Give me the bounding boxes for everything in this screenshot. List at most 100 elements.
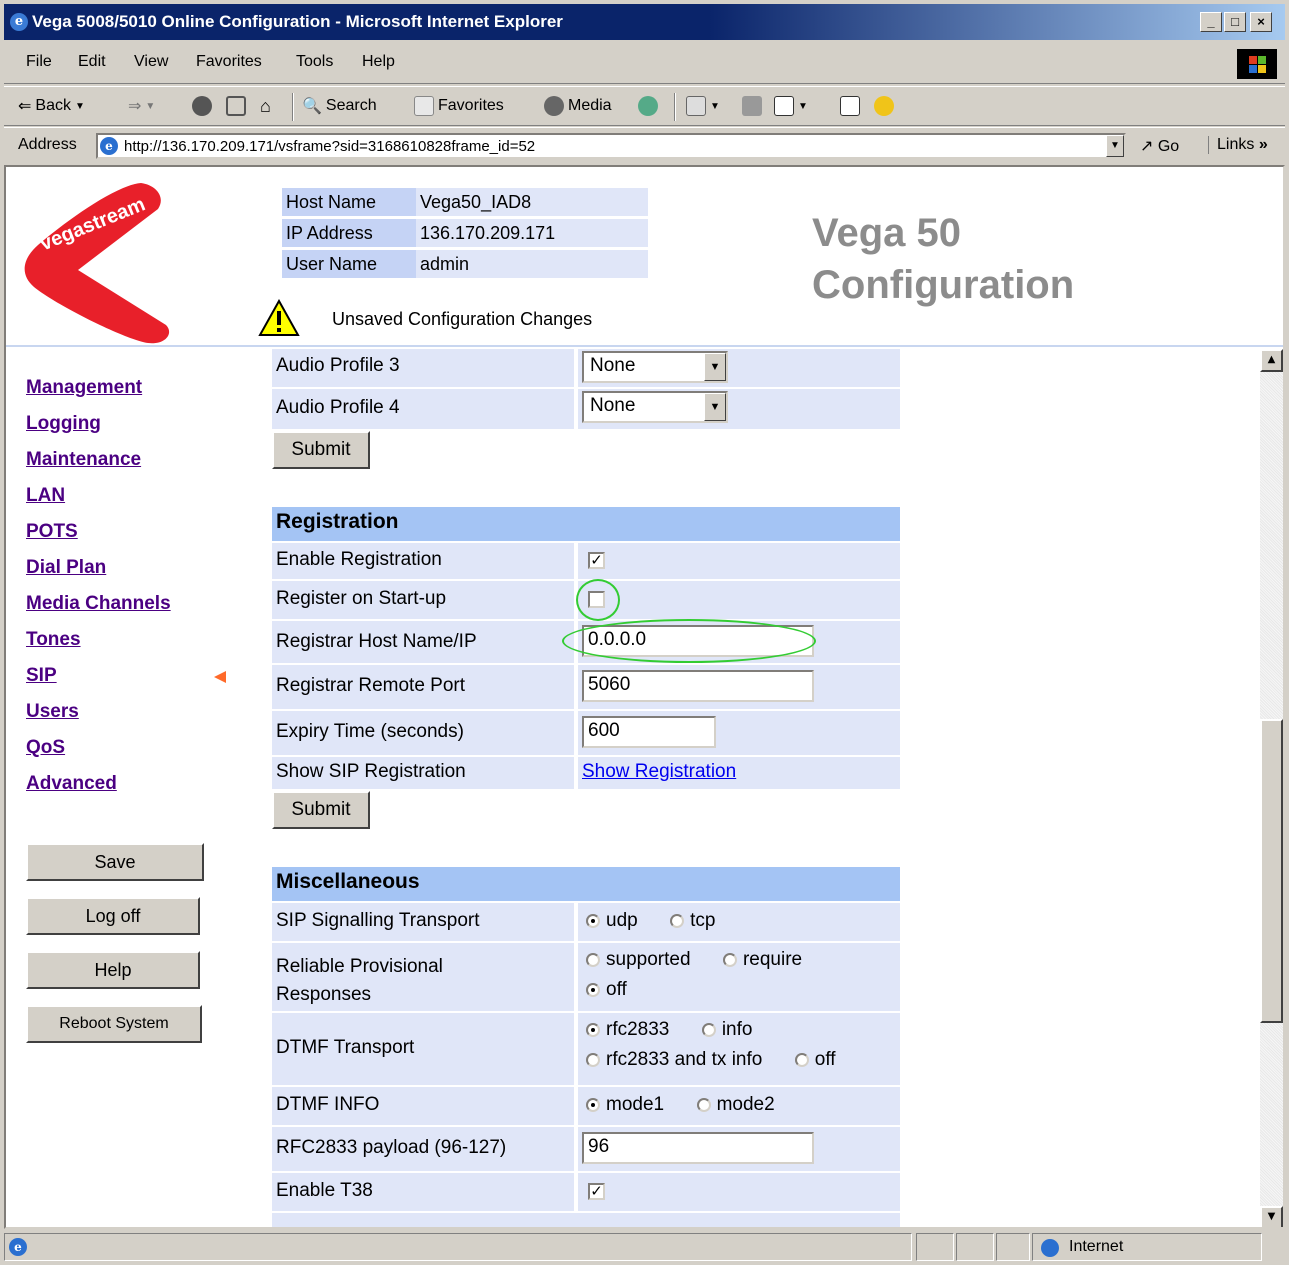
home-button[interactable]: ⌂ bbox=[260, 96, 271, 117]
menu-bar: File Edit View Favorites Tools Help bbox=[4, 44, 1285, 84]
enable-registration-checkbox[interactable]: ✓ bbox=[588, 552, 605, 569]
audio-profile-4-select[interactable]: None ▼ bbox=[582, 391, 728, 423]
chevron-down-icon: ▼ bbox=[74, 100, 85, 112]
dtmf-rfc2833-tx-info-radio[interactable]: rfc2833 and tx info bbox=[586, 1049, 762, 1071]
menu-favorites[interactable]: Favorites bbox=[196, 53, 262, 71]
search-button[interactable]: 🔍 Search bbox=[302, 96, 377, 116]
save-button[interactable]: Save bbox=[26, 843, 204, 881]
user-name-label: User Name bbox=[282, 250, 416, 278]
address-input[interactable]: e http://136.170.209.171/vsframe?sid=316… bbox=[96, 133, 1126, 159]
print-icon bbox=[742, 96, 762, 116]
forward-arrow-icon: ⇒ bbox=[128, 98, 142, 115]
favorites-button[interactable]: Favorites bbox=[414, 96, 504, 116]
word-icon bbox=[774, 96, 794, 116]
scroll-up-icon[interactable]: ▲ bbox=[1260, 349, 1283, 372]
dtmf-rfc2833-radio[interactable]: rfc2833 bbox=[586, 1019, 669, 1041]
transport-udp-radio[interactable]: udp bbox=[586, 910, 638, 932]
nav-tones[interactable]: Tones bbox=[26, 629, 81, 651]
messenger-button[interactable] bbox=[874, 96, 894, 116]
chevron-down-icon: ▼ bbox=[710, 100, 720, 112]
host-info-table: Host Name Vega50_IAD8 IP Address 136.170.2… bbox=[282, 185, 648, 281]
discuss-button[interactable] bbox=[840, 96, 860, 116]
transport-tcp-radio[interactable]: tcp bbox=[670, 910, 716, 932]
edit-button[interactable]: ▼ bbox=[774, 96, 808, 116]
close-button[interactable]: × bbox=[1250, 12, 1272, 32]
audio-profile-3-row: Audio Profile 3 None ▼ bbox=[272, 349, 900, 387]
header-frame: vegastream Host Name Vega50_IAD8 IP Addre… bbox=[6, 167, 1283, 347]
audio-submit-button[interactable]: Submit bbox=[272, 431, 370, 469]
status-bar: e Internet bbox=[4, 1231, 1285, 1263]
expiry-time-input[interactable]: 600 bbox=[582, 716, 716, 748]
scroll-down-icon[interactable]: ▼ bbox=[1260, 1206, 1283, 1227]
vegastream-logo: vegastream bbox=[24, 183, 170, 344]
ie-icon: e bbox=[10, 13, 28, 31]
enable-t38-checkbox[interactable]: ✓ bbox=[588, 1183, 605, 1200]
stop-button[interactable] bbox=[192, 96, 212, 116]
nav-media-channels[interactable]: Media Channels bbox=[26, 593, 171, 615]
go-button[interactable]: ↗ Go bbox=[1140, 136, 1179, 156]
log-off-button[interactable]: Log off bbox=[26, 897, 200, 935]
registrar-port-input[interactable]: 5060 bbox=[582, 670, 814, 702]
windows-logo-icon bbox=[1237, 49, 1277, 79]
nav-qos[interactable]: QoS bbox=[26, 737, 65, 759]
rfc2833-payload-input[interactable]: 96 bbox=[582, 1132, 814, 1164]
page-title: Vega 50 Configuration bbox=[812, 211, 1075, 307]
registration-submit-button[interactable]: Submit bbox=[272, 791, 370, 829]
media-button[interactable]: Media bbox=[544, 96, 612, 116]
nav-lan[interactable]: LAN bbox=[26, 485, 65, 507]
address-label: Address bbox=[18, 136, 77, 153]
reliable-supported-radio[interactable]: supported bbox=[586, 949, 691, 971]
status-main: e bbox=[4, 1233, 912, 1261]
dtmf-mode1-radio[interactable]: mode1 bbox=[586, 1094, 664, 1116]
window-title: Vega 5008/5010 Online Configuration - Mi… bbox=[32, 12, 563, 31]
audio-profile-3-select[interactable]: None ▼ bbox=[582, 351, 728, 383]
maximize-button[interactable]: □ bbox=[1224, 12, 1246, 32]
miscellaneous-section-header: Miscellaneous bbox=[272, 867, 900, 901]
nav-logging[interactable]: Logging bbox=[26, 413, 101, 435]
help-button[interactable]: Help bbox=[26, 951, 200, 989]
chevron-down-icon[interactable]: ▼ bbox=[1106, 135, 1124, 157]
host-name-value: Vega50_IAD8 bbox=[416, 188, 648, 216]
print-button[interactable] bbox=[742, 96, 762, 116]
nav-maintenance[interactable]: Maintenance bbox=[26, 449, 141, 471]
reliable-off-radio[interactable]: off bbox=[586, 979, 627, 1001]
nav-sip[interactable]: SIP bbox=[26, 665, 57, 687]
globe-icon bbox=[1041, 1239, 1059, 1257]
menu-file[interactable]: File bbox=[26, 53, 52, 71]
partial-row bbox=[272, 1213, 900, 1227]
minimize-button[interactable]: _ bbox=[1200, 12, 1222, 32]
chevron-down-icon: ▼ bbox=[704, 353, 726, 381]
nav-dial-plan[interactable]: Dial Plan bbox=[26, 557, 106, 579]
dtmf-off-radio[interactable]: off bbox=[794, 1049, 836, 1071]
stop-icon bbox=[192, 96, 212, 116]
menu-tools[interactable]: Tools bbox=[296, 53, 333, 71]
scroll-thumb[interactable] bbox=[1260, 719, 1283, 1023]
links-button[interactable]: Links » bbox=[1208, 136, 1268, 154]
back-arrow-icon: ⇐ bbox=[18, 98, 32, 115]
page-viewport: vegastream Host Name Vega50_IAD8 IP Addre… bbox=[4, 165, 1285, 1229]
menu-help[interactable]: Help bbox=[362, 53, 395, 71]
refresh-icon bbox=[226, 96, 246, 116]
enable-t38-row: Enable T38 ✓ bbox=[272, 1173, 900, 1211]
menu-edit[interactable]: Edit bbox=[78, 53, 106, 71]
back-button[interactable]: ⇐ Back ▼ bbox=[18, 96, 85, 116]
mail-button[interactable]: ▼ bbox=[686, 96, 720, 116]
dtmf-mode2-radio[interactable]: mode2 bbox=[696, 1094, 775, 1116]
nav-users[interactable]: Users bbox=[26, 701, 79, 723]
reboot-system-button[interactable]: Reboot System bbox=[26, 1005, 202, 1043]
dtmf-info-radio[interactable]: info bbox=[701, 1019, 752, 1041]
vertical-scrollbar[interactable]: ▲ ▼ bbox=[1260, 349, 1283, 1227]
address-bar: Address e http://136.170.209.171/vsframe… bbox=[4, 127, 1285, 163]
host-highlight-ring bbox=[562, 619, 816, 663]
show-registration-link[interactable]: Show Registration bbox=[582, 761, 736, 783]
nav-pots[interactable]: POTS bbox=[26, 521, 78, 543]
nav-management[interactable]: Management bbox=[26, 377, 142, 399]
reliable-require-radio[interactable]: require bbox=[722, 949, 802, 971]
refresh-button[interactable] bbox=[226, 96, 246, 116]
history-button[interactable] bbox=[638, 96, 658, 116]
forward-button[interactable]: ⇒ ▼ bbox=[128, 96, 155, 116]
menu-view[interactable]: View bbox=[134, 53, 168, 71]
host-name-label: Host Name bbox=[282, 188, 416, 216]
discuss-icon bbox=[840, 96, 860, 116]
nav-advanced[interactable]: Advanced bbox=[26, 773, 117, 795]
